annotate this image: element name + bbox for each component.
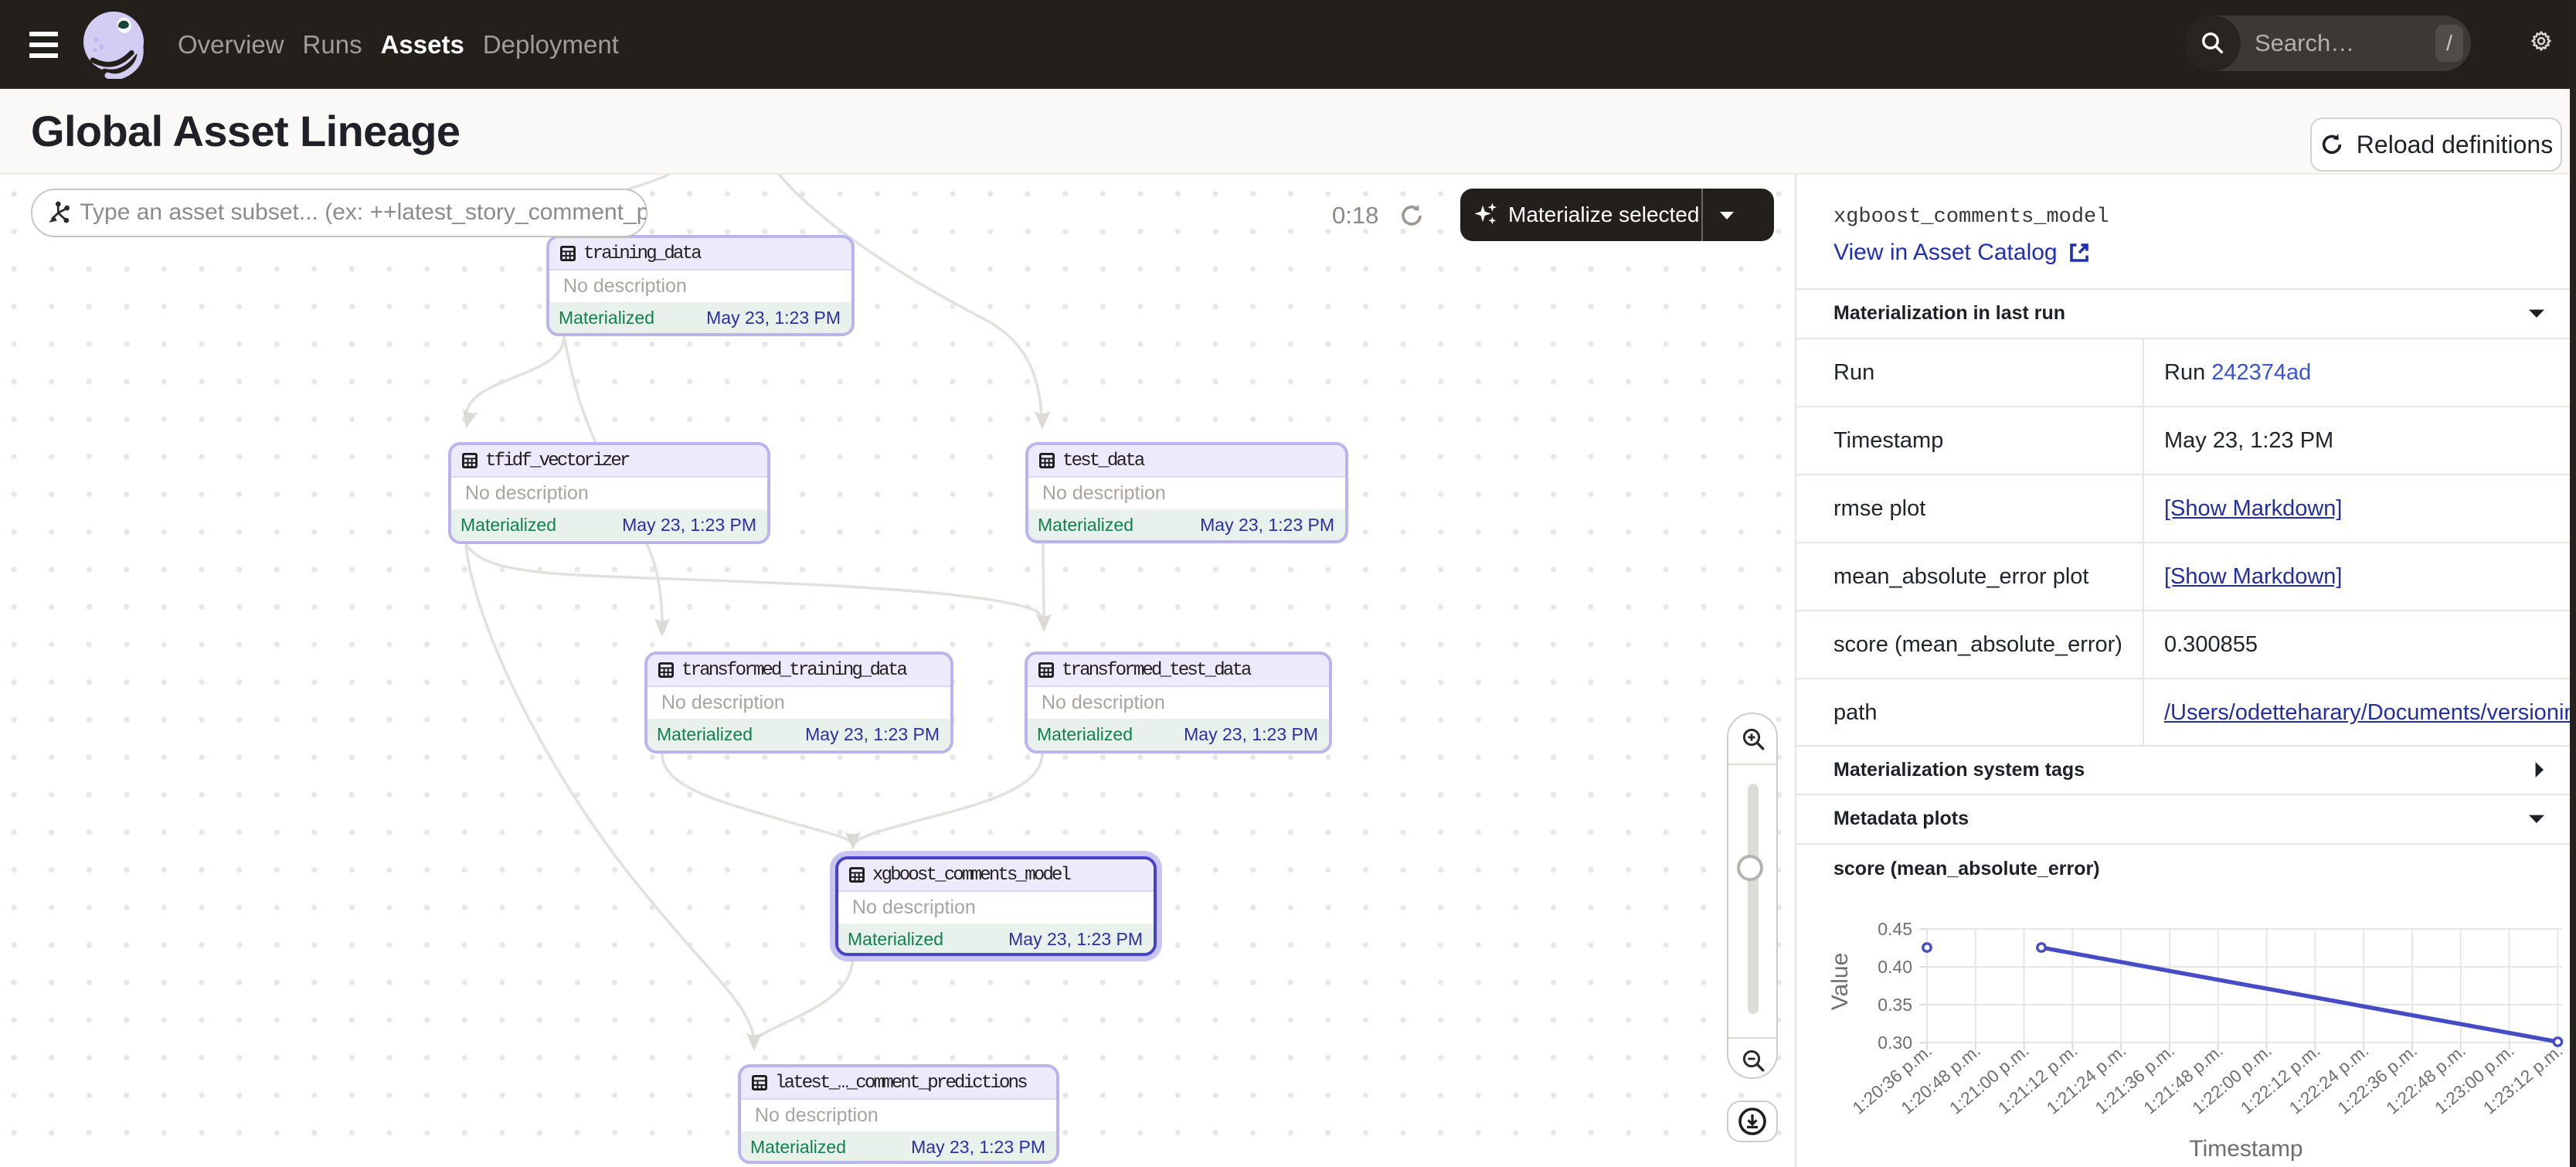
svg-text:Timestamp: Timestamp: [2189, 1136, 2302, 1162]
svg-text:Value: Value: [1827, 953, 1853, 1011]
svg-text:0.45: 0.45: [1878, 919, 1912, 939]
svg-text:0.35: 0.35: [1878, 995, 1912, 1015]
svg-text:0.40: 0.40: [1878, 957, 1912, 977]
svg-text:0.30: 0.30: [1878, 1033, 1912, 1053]
